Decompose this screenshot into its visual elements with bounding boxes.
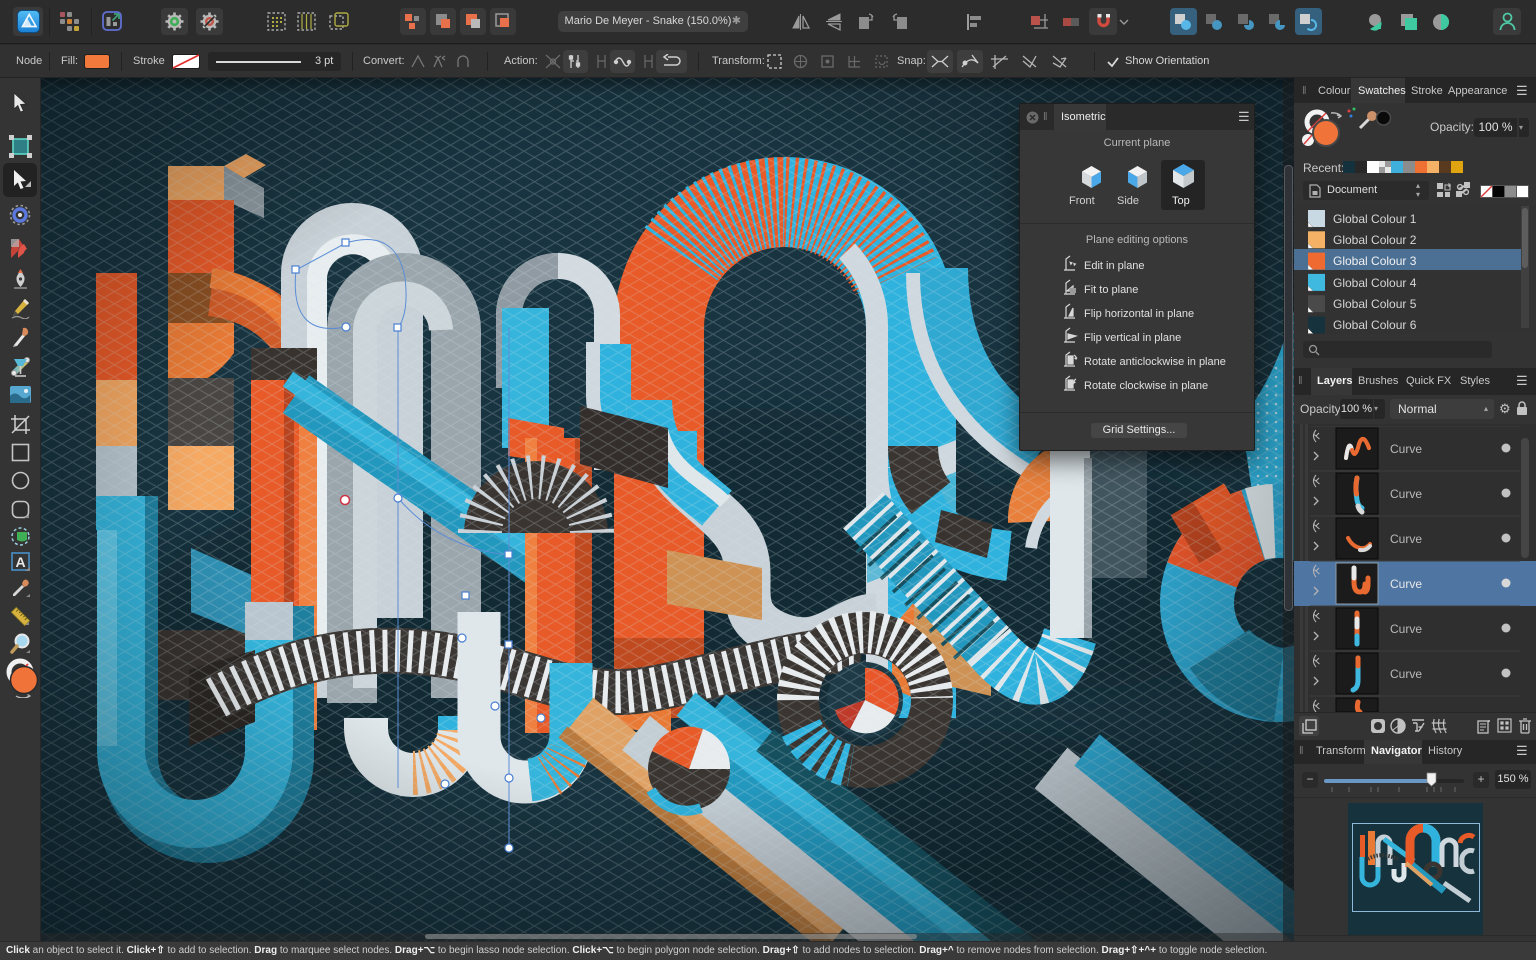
svg-text:A: A [15,554,25,570]
svg-text:Curve: Curve [1390,577,1422,591]
svg-text:Curve: Curve [1390,487,1422,501]
svg-text:Curve: Curve [1390,442,1422,456]
svg-text:Curve: Curve [1390,667,1422,681]
svg-text:Curve: Curve [1390,622,1422,636]
svg-text:Curve: Curve [1390,532,1422,546]
